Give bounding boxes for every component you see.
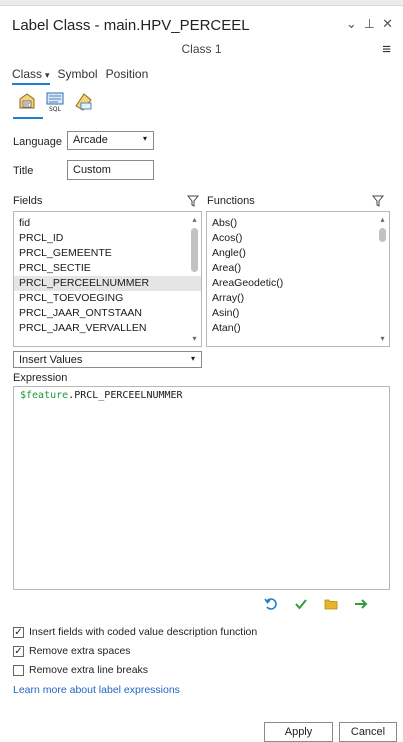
expression-field: .PRCL_PERCEELNUMMER — [68, 390, 183, 401]
function-item[interactable]: Array() — [207, 291, 389, 306]
functions-scrollbar[interactable]: ▴ ▾ — [377, 213, 388, 345]
option-coded-values[interactable]: ✓ Insert fields with coded value descrip… — [13, 626, 257, 638]
expression-actions — [264, 597, 368, 611]
learn-more-link[interactable]: Learn more about label expressions — [13, 684, 180, 696]
field-item[interactable]: PRCL_JAAR_ONTSTAAN — [14, 306, 201, 321]
chevron-down-icon[interactable]: ⌄ — [346, 16, 357, 32]
scroll-down-icon[interactable]: ▾ — [377, 334, 388, 343]
fields-label: Fields — [13, 195, 43, 207]
window-controls: ⌄ ⊥ ✕ — [346, 16, 393, 32]
undo-icon[interactable] — [264, 597, 278, 611]
tab-position[interactable]: Position — [106, 67, 149, 85]
chevron-down-icon: ▾ — [45, 70, 50, 80]
insert-values-dropdown[interactable]: Insert Values ▾ — [13, 351, 202, 368]
arrow-right-icon[interactable] — [354, 597, 368, 611]
field-item[interactable]: PRCL_ID — [14, 231, 201, 246]
functions-list[interactable]: Abs() Acos() Angle() Area() AreaGeodetic… — [206, 211, 390, 347]
option-remove-spaces[interactable]: ✓ Remove extra spaces — [13, 645, 131, 657]
expression-editor[interactable]: $feature.PRCL_PERCEELNUMMER — [13, 386, 390, 590]
chevron-down-icon: ▾ — [142, 134, 147, 143]
option-label: Insert fields with coded value descripti… — [29, 626, 258, 638]
apply-button[interactable]: Apply — [264, 722, 333, 742]
close-icon[interactable]: ✕ — [382, 16, 393, 32]
menu-icon[interactable]: ≡ — [382, 41, 391, 58]
field-item[interactable]: PRCL_GEMEENTE — [14, 246, 201, 261]
tab-symbol[interactable]: Symbol — [58, 67, 98, 85]
field-item[interactable]: PRCL_SECTIE — [14, 261, 201, 276]
checkbox-checked[interactable]: ✓ — [13, 645, 24, 657]
function-item[interactable]: Acos() — [207, 231, 389, 246]
checkbox-unchecked[interactable] — [13, 664, 24, 676]
scroll-up-icon[interactable]: ▴ — [377, 215, 388, 224]
fields-list[interactable]: fid PRCL_ID PRCL_GEMEENTE PRCL_SECTIE PR… — [13, 211, 202, 347]
field-item-selected[interactable]: PRCL_PERCEELNUMMER — [14, 276, 201, 291]
class-tool-row: SQL — [13, 90, 94, 119]
open-folder-icon[interactable] — [324, 597, 338, 611]
chevron-down-icon: ▾ — [190, 354, 195, 363]
function-item[interactable]: Asin() — [207, 306, 389, 321]
field-item[interactable]: PRCL_TOEVOEGING — [14, 291, 201, 306]
pane-title: Label Class - main.HPV_PERCEEL — [12, 17, 250, 34]
pin-icon[interactable]: ⊥ — [364, 16, 375, 32]
function-item[interactable]: Abs() — [207, 216, 389, 231]
language-value: Arcade — [73, 134, 108, 146]
functions-filter-icon[interactable] — [371, 194, 385, 207]
svg-text:SQL: SQL — [49, 106, 62, 112]
language-select[interactable]: Arcade ▾ — [67, 131, 154, 150]
scroll-thumb[interactable] — [191, 228, 198, 272]
top-border — [0, 0, 403, 6]
expression-label: Expression — [13, 372, 68, 384]
title-label: Title — [13, 165, 34, 177]
tab-bar: Class ▾ Symbol Position — [12, 67, 148, 85]
option-label: Remove extra line breaks — [29, 664, 149, 676]
class-name: Class 1 — [181, 42, 222, 56]
functions-label: Functions — [207, 195, 255, 207]
field-item[interactable]: PRCL_JAAR_VERVALLEN — [14, 321, 201, 336]
scroll-down-icon[interactable]: ▾ — [189, 334, 200, 343]
title-input[interactable]: Custom — [67, 160, 154, 180]
sql-query-icon[interactable]: SQL — [44, 90, 66, 113]
expression-variable: $feature — [20, 390, 69, 401]
function-item[interactable]: Area() — [207, 261, 389, 276]
scroll-thumb[interactable] — [379, 228, 386, 242]
fields-scrollbar[interactable]: ▴ ▾ — [189, 213, 200, 345]
fields-filter-icon[interactable] — [186, 194, 200, 207]
checkbox-checked[interactable]: ✓ — [13, 626, 24, 638]
label-expression-icon[interactable] — [13, 90, 43, 119]
option-label: Remove extra spaces — [29, 645, 131, 657]
cancel-button[interactable]: Cancel — [339, 722, 397, 742]
language-label: Language — [13, 136, 62, 148]
function-item[interactable]: Atan() — [207, 321, 389, 336]
scroll-up-icon[interactable]: ▴ — [189, 215, 200, 224]
option-remove-line-breaks[interactable]: Remove extra line breaks — [13, 664, 148, 676]
function-item[interactable]: AreaGeodetic() — [207, 276, 389, 291]
verify-check-icon[interactable] — [294, 597, 308, 611]
label-filter-icon[interactable] — [72, 90, 94, 112]
field-item[interactable]: fid — [14, 216, 201, 231]
insert-values-label: Insert Values — [19, 354, 83, 366]
tab-class[interactable]: Class ▾ — [12, 67, 50, 85]
function-item[interactable]: Angle() — [207, 246, 389, 261]
tab-class-label: Class — [12, 67, 43, 81]
